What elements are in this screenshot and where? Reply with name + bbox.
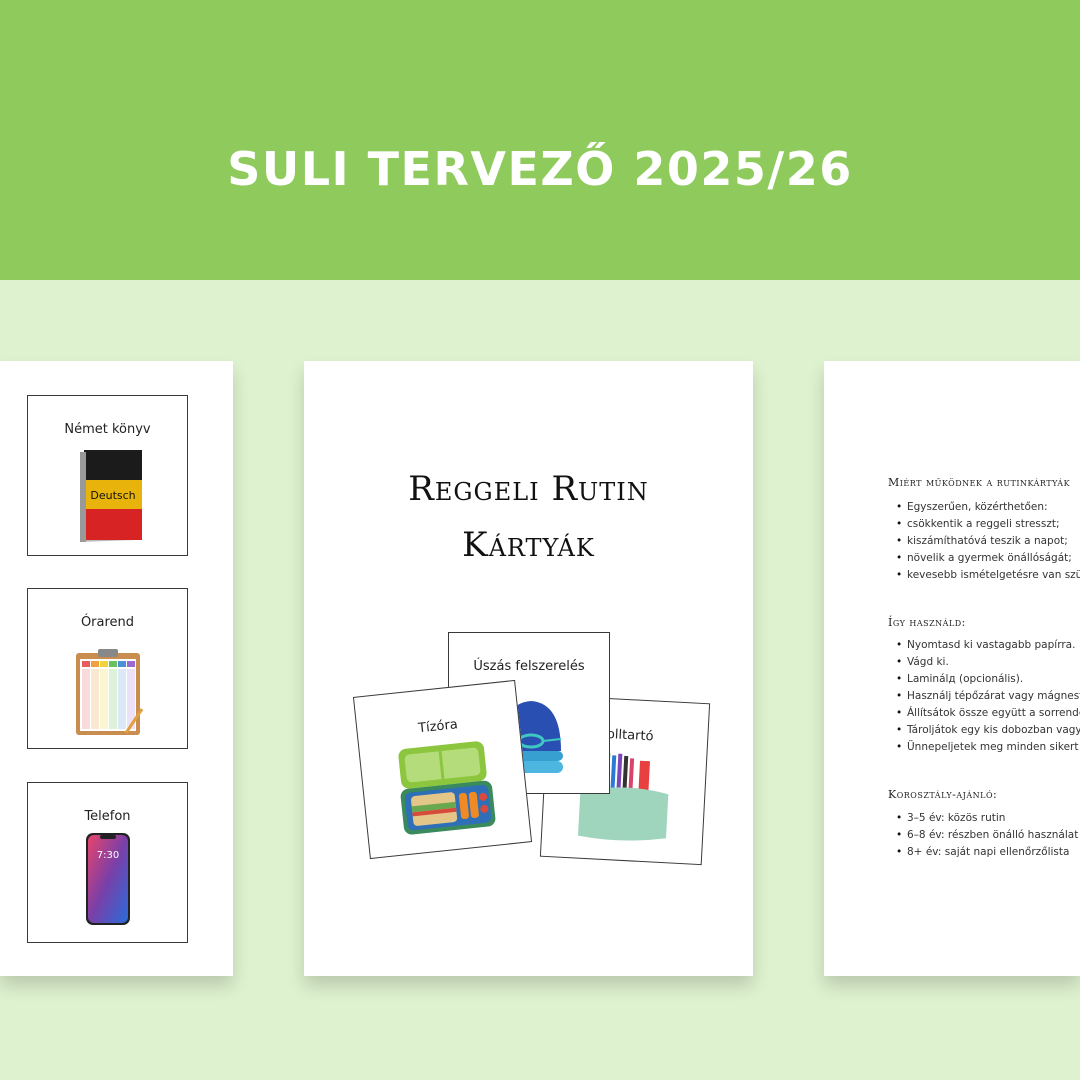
list-item: csökkentik a reggeli stresszt; xyxy=(896,518,1080,535)
cover-title-line1: Reggeli Rutin xyxy=(408,469,649,509)
left-page: Német könyv Deutsch Órarend Telefon 7:30 xyxy=(0,361,233,976)
list-item: Egyszerűen, közérthetően: xyxy=(896,501,1080,518)
how-list: Nyomtasd ki vastagabb papírra. Vágd ki. … xyxy=(896,639,1080,758)
center-page: Reggeli Rutin Kártyák Tolltartó Úszás fe… xyxy=(304,361,753,976)
german-book-icon: Deutsch xyxy=(80,450,142,542)
list-item: Használj tépőzárat vagy mágnest. xyxy=(896,690,1080,707)
list-item: növelik a gyermek önállóságát; xyxy=(896,552,1080,569)
smartphone-icon: 7:30 xyxy=(86,833,130,925)
card-label: Német könyv xyxy=(64,422,151,437)
list-item: 6–8 év: részben önálló használat xyxy=(896,829,1078,846)
card-label: Úszás felszerelés xyxy=(473,659,585,674)
banner-title: SULI TERVEZŐ 2025/26 xyxy=(227,142,853,196)
list-item: Állítsátok össze együtt a sorrendet. xyxy=(896,707,1080,724)
phone-time: 7:30 xyxy=(97,850,119,861)
card-snack[interactable]: Tízóra xyxy=(352,679,533,860)
lunchbox-icon xyxy=(398,741,496,835)
cover-title-line2: Kártyák xyxy=(462,525,595,565)
list-item: Tároljátok egy kis dobozban vagy tasakba… xyxy=(896,724,1080,741)
how-heading: Így használd: xyxy=(888,616,966,629)
card-phone[interactable]: Telefon 7:30 xyxy=(27,782,188,943)
why-heading: Miért működnek a rutinkártyák xyxy=(888,476,1071,489)
list-item: 3–5 év: közös rutin xyxy=(896,812,1078,829)
list-item: kevesebb ismételgetésre van szükség. xyxy=(896,569,1080,586)
age-list: 3–5 év: közös rutin 6–8 év: részben önál… xyxy=(896,812,1078,863)
card-label: Tízóra xyxy=(417,717,459,737)
book-text: Deutsch xyxy=(90,489,135,502)
list-item: Laminálд (opcionális). xyxy=(896,673,1080,690)
card-label: Telefon xyxy=(84,809,131,824)
why-list: Egyszerűen, közérthetően: csökkentik a r… xyxy=(896,501,1080,586)
list-item: 8+ év: saját napi ellenőrzőlista xyxy=(896,846,1078,863)
header-banner: SULI TERVEZŐ 2025/26 xyxy=(0,0,1080,280)
card-timetable[interactable]: Órarend xyxy=(27,588,188,749)
list-item: kiszámíthatóvá teszik a napot; xyxy=(896,535,1080,552)
list-item: Nyomtasd ki vastagabb papírra. xyxy=(896,639,1080,656)
list-item: Ünnepeljetek meg minden sikert! xyxy=(896,741,1080,758)
timetable-clipboard-icon xyxy=(76,649,144,735)
card-german-book[interactable]: Német könyv Deutsch xyxy=(27,395,188,556)
age-heading: Korosztály-ajánló: xyxy=(888,788,998,801)
card-label: Órarend xyxy=(80,615,135,630)
list-item: Vágd ki. xyxy=(896,656,1080,673)
right-page: Miért működnek a rutinkártyák Egyszerűen… xyxy=(824,361,1080,976)
